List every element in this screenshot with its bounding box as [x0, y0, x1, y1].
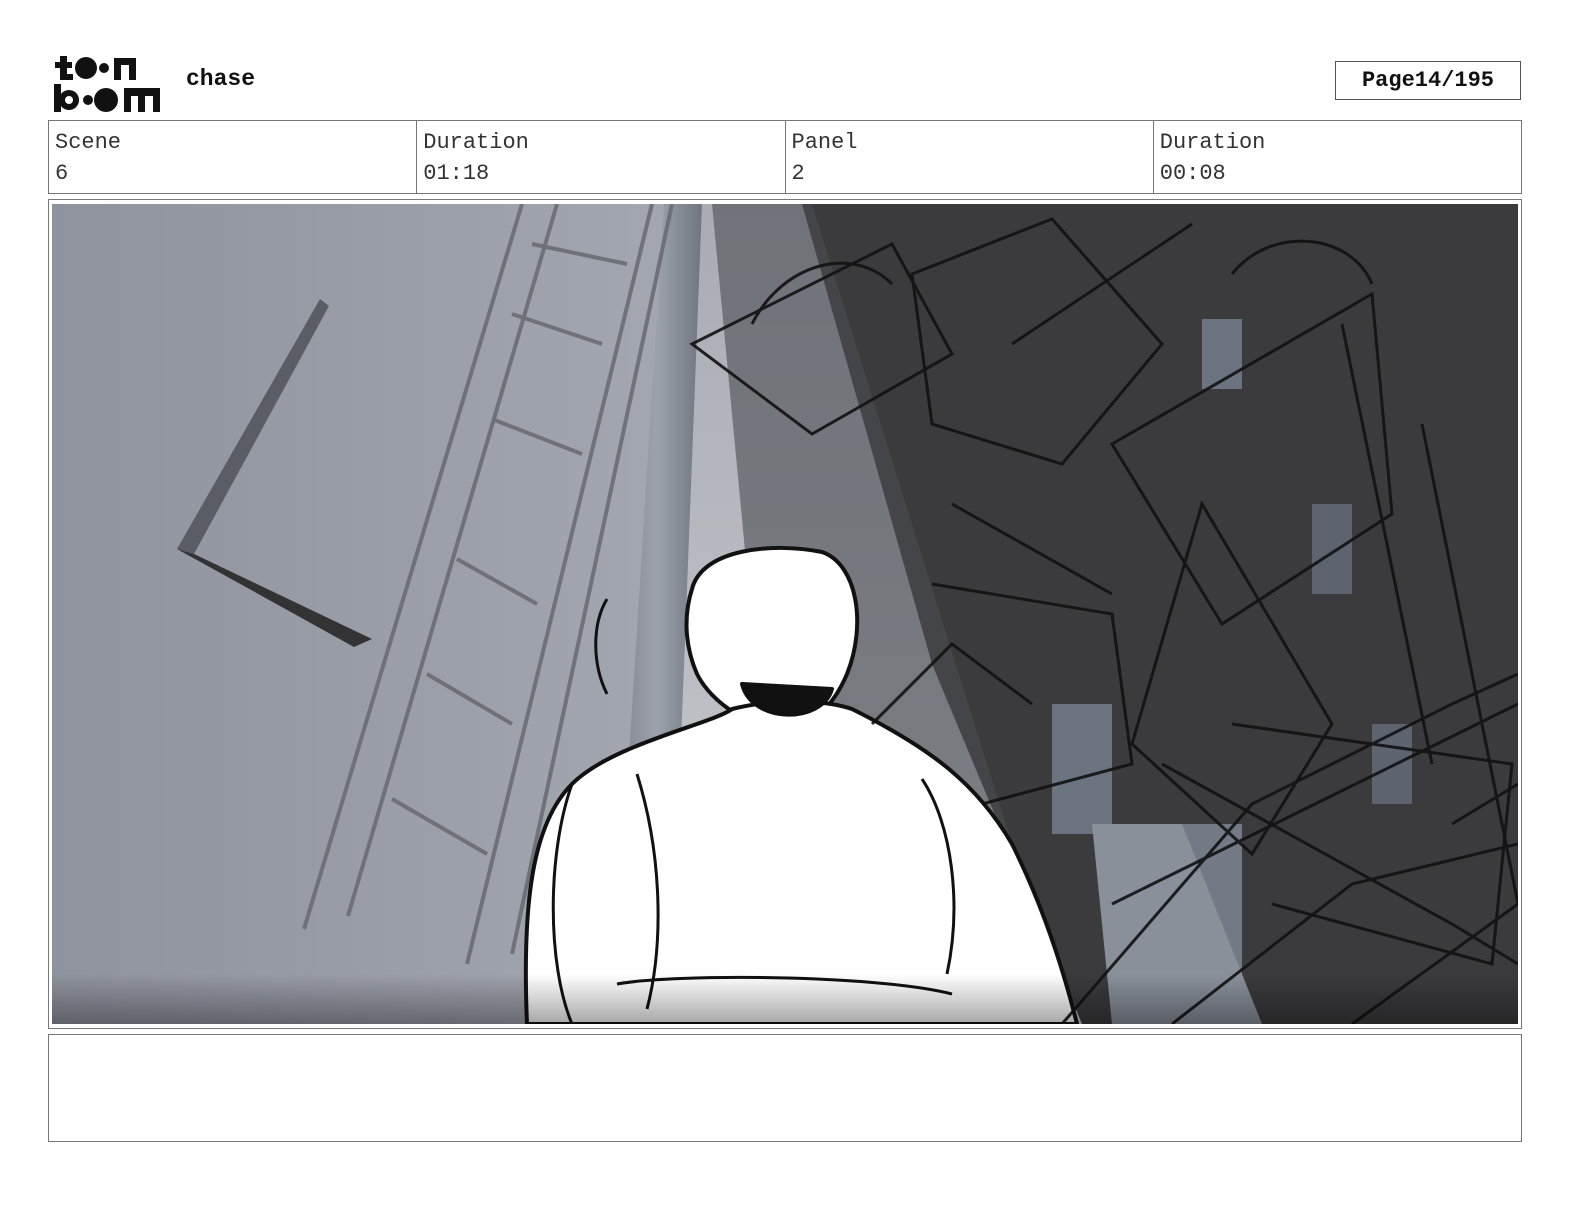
- project-title: chase: [186, 66, 256, 92]
- scene-info-table: Scene 6 Duration 01:18 Panel 2 Duration …: [48, 120, 1522, 194]
- panel-duration-label: Duration: [1159, 130, 1266, 155]
- panel-duration-value: 00:08: [1159, 161, 1226, 186]
- page-number: 14/195: [1414, 68, 1495, 93]
- panel-value: 2: [791, 161, 805, 186]
- storyboard-panel-image: [52, 204, 1518, 1024]
- panel-cell: Panel 2: [786, 121, 1154, 193]
- storyboard-panel-frame: [48, 199, 1522, 1029]
- page-label: Page: [1361, 68, 1415, 93]
- scene-cell: Scene 6: [49, 121, 418, 193]
- scene-value: 6: [55, 161, 69, 186]
- panel-label: Panel: [791, 130, 858, 155]
- page-indicator: Page 14/195: [1335, 61, 1521, 100]
- scene-duration-cell: Duration 01:18: [417, 121, 786, 193]
- panel-notes-box: [48, 1034, 1522, 1142]
- scene-duration-label: Duration: [423, 130, 529, 155]
- scene-duration-value: 01:18: [423, 161, 490, 186]
- toon-boom-logo: [54, 56, 160, 112]
- panel-duration-cell: Duration 00:08: [1154, 121, 1521, 193]
- scene-label: Scene: [55, 130, 122, 155]
